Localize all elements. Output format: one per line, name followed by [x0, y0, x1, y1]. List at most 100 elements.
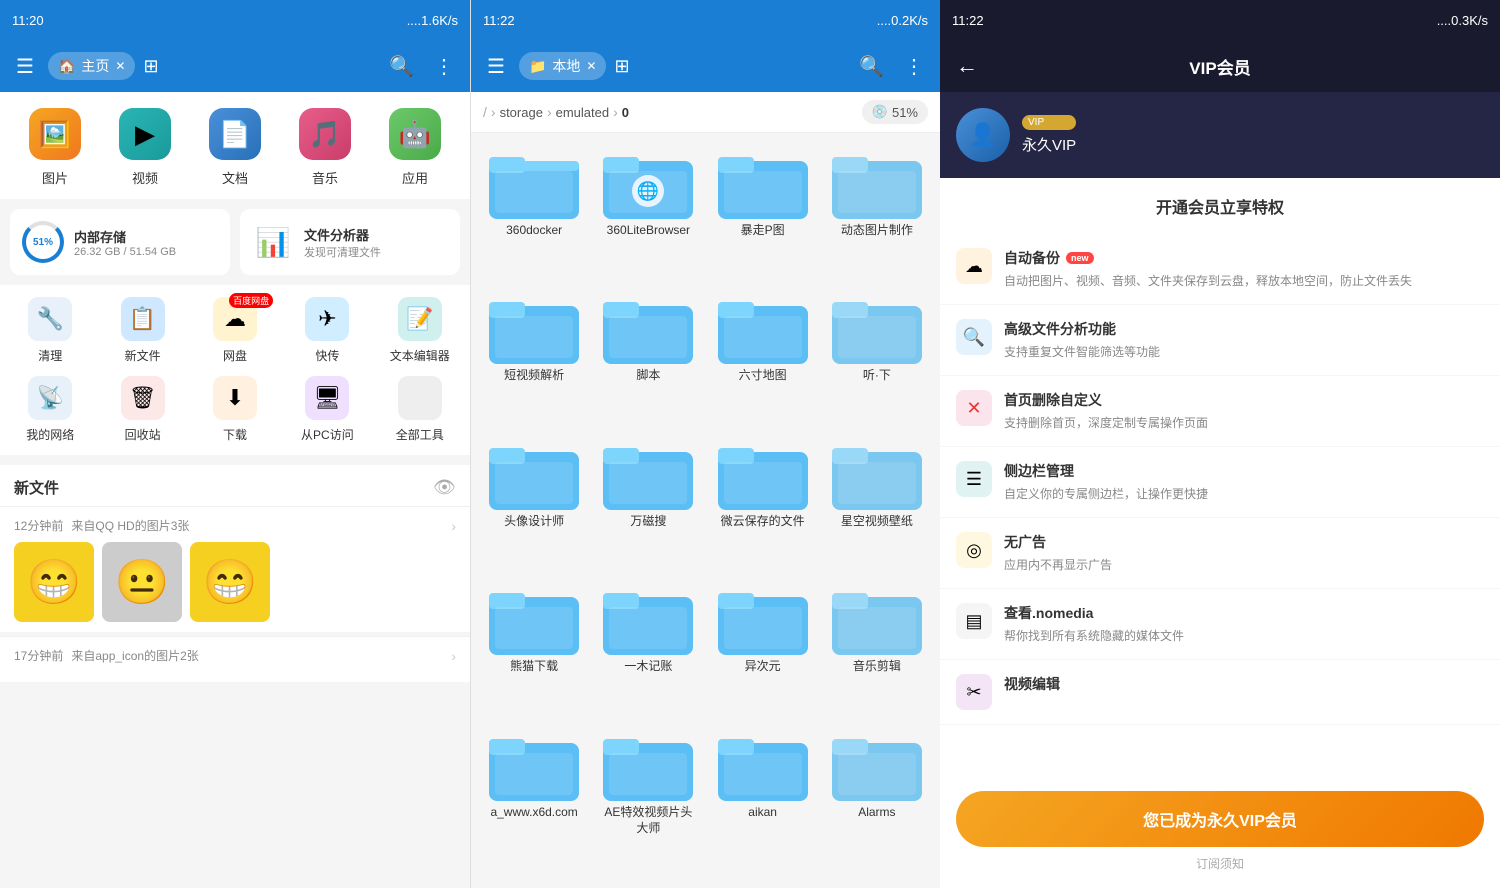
tool-download[interactable]: ⬇ 下载: [195, 376, 275, 443]
folder-name-360docker: 360docker: [506, 223, 562, 239]
download-icon: ⬇: [213, 376, 257, 420]
cat-music[interactable]: 🎵 音乐: [299, 108, 351, 187]
arrow-icon-2: ›: [451, 648, 456, 664]
folder-yiciyuan[interactable]: 异次元: [710, 579, 816, 716]
clean-label: 清理: [38, 347, 62, 364]
thumb-2[interactable]: 😐: [102, 542, 182, 622]
cat-apps[interactable]: 🤖 应用: [389, 108, 441, 187]
folder-avatar[interactable]: 头像设计师: [481, 434, 587, 571]
disk-icon: 💿: [872, 104, 888, 120]
tool-cloud[interactable]: ☁ 百度网盘 网盘: [195, 297, 275, 364]
homepage-feat-desc: 支持删除首页，深度定制专属操作页面: [1004, 414, 1484, 432]
folder-baozouP[interactable]: 暴走P图: [710, 143, 816, 280]
breadcrumb-emulated[interactable]: emulated: [556, 105, 609, 120]
folder-aikan[interactable]: aikan: [710, 725, 816, 878]
close-tab-1[interactable]: ✕: [115, 59, 125, 73]
menu-icon-2[interactable]: ☰: [481, 48, 511, 85]
homepage-feat-icon: ✕: [956, 390, 992, 426]
all-tools-label: 全部工具: [396, 426, 444, 443]
tool-pc[interactable]: 🖥 从PC访问: [287, 376, 367, 443]
folder-map[interactable]: 六寸地图: [710, 288, 816, 425]
trash-icon: 🗑: [121, 376, 165, 420]
sep-2: ›: [613, 104, 618, 120]
panel-home: 11:20 ....1.6K/s ☰ 🏠 主页 ✕ ⊞ 🔍 ⋮ 🖼️ 图片 ▶ …: [0, 0, 470, 888]
folder-name-tingxia: 听·下: [863, 368, 891, 384]
back-button[interactable]: ←: [956, 53, 978, 79]
folder-alarms[interactable]: Alarms: [824, 725, 930, 878]
thumb-1[interactable]: 😁: [14, 542, 94, 622]
vip-signal: ....0.3K/s: [1437, 13, 1488, 28]
transfer-icon: ✈: [305, 297, 349, 341]
noad-feat-icon: ◎: [956, 532, 992, 568]
backup-text: 自动备份 new 自动把图片、视频、音频、文件夹保存到云盘，释放本地空间，防止文…: [1004, 248, 1484, 290]
menu-icon-1[interactable]: ☰: [10, 48, 40, 85]
folder-tingxia[interactable]: 听·下: [824, 288, 930, 425]
new-files-header: 新文件 👁: [0, 465, 470, 506]
videoeditor-feat-name: 视频编辑: [1004, 674, 1484, 694]
cat-apps-label: 应用: [402, 168, 428, 187]
file-source-1: 来自QQ HD的图片3张: [71, 517, 443, 534]
vip-action-button[interactable]: 您已成为永久VIP会员: [956, 791, 1484, 847]
folder-360browser[interactable]: 🌐 360LiteBrowser: [595, 143, 701, 280]
noad-feat-name: 无广告: [1004, 532, 1484, 552]
close-tab-2[interactable]: ✕: [586, 59, 596, 73]
disk-badge: 💿 51%: [862, 100, 928, 124]
vip-feature-backup: ☁ 自动备份 new 自动把图片、视频、音频、文件夹保存到云盘，释放本地空间，防…: [940, 234, 1500, 305]
analyzer-feat-icon: 🔍: [956, 319, 992, 355]
cat-docs-icon: 📄: [209, 108, 261, 160]
transfer-label: 快传: [315, 347, 339, 364]
more-icon-2[interactable]: ⋮: [898, 48, 930, 85]
cat-video[interactable]: ▶ 视频: [119, 108, 171, 187]
folder-weiyun[interactable]: 微云保存的文件: [710, 434, 816, 571]
cat-images-icon: 🖼️: [29, 108, 81, 160]
folder-icon-script: [603, 294, 693, 364]
tool-trash[interactable]: 🗑 回收站: [102, 376, 182, 443]
folder-360docker[interactable]: 360docker: [481, 143, 587, 280]
analyzer-name: 文件分析器: [304, 225, 381, 244]
file-group-2-meta: 17分钟前 来自app_icon的图片2张 ›: [14, 647, 456, 664]
folder-wanci[interactable]: 万磁搜: [595, 434, 701, 571]
time-1: 11:20: [12, 13, 44, 28]
subscription-link[interactable]: 订阅须知: [956, 855, 1484, 872]
breadcrumb-storage[interactable]: storage: [500, 105, 543, 120]
folder-name-wallpaper: 星空视频壁纸: [841, 514, 913, 530]
add-tab-icon-2[interactable]: ⊞: [614, 56, 629, 77]
cat-docs[interactable]: 📄 文档: [209, 108, 261, 187]
more-icon-1[interactable]: ⋮: [428, 48, 460, 85]
home-tab[interactable]: 🏠 主页 ✕: [48, 52, 136, 80]
root-sep[interactable]: /: [483, 104, 487, 120]
tool-editor[interactable]: 📝 文本编辑器: [380, 297, 460, 364]
vip-badge: VIP: [1022, 115, 1076, 130]
add-tab-icon[interactable]: ⊞: [143, 56, 158, 77]
vip-feature-noad: ◎ 无广告 应用内不再显示广告: [940, 518, 1500, 589]
folder-panda[interactable]: 熊猫下载: [481, 579, 587, 716]
local-tab[interactable]: 📁 本地 ✕: [519, 52, 607, 80]
tool-all[interactable]: 全部工具: [380, 376, 460, 443]
folder-name-yiciyuan: 异次元: [745, 659, 781, 675]
folder-ae[interactable]: AE特效视频片头大师: [595, 725, 701, 878]
tool-clean[interactable]: 🔧 清理: [10, 297, 90, 364]
breadcrumb: / › storage › emulated › 0 💿 51%: [471, 92, 940, 133]
search-icon-1[interactable]: 🔍: [383, 48, 420, 85]
folder-awww[interactable]: a_www.x6d.com: [481, 725, 587, 878]
cat-images[interactable]: 🖼️ 图片: [29, 108, 81, 187]
folder-yimu[interactable]: 一木记账: [595, 579, 701, 716]
folder-musiccut[interactable]: 音乐剪辑: [824, 579, 930, 716]
tool-newfile[interactable]: 📋 新文件: [102, 297, 182, 364]
folder-icon-yimu: [603, 585, 693, 655]
search-icon-2[interactable]: 🔍: [853, 48, 890, 85]
internal-storage-card[interactable]: 51% 内部存储 26.32 GB / 51.54 GB: [10, 209, 230, 275]
tool-transfer[interactable]: ✈ 快传: [287, 297, 367, 364]
arrow-icon-1: ›: [451, 518, 456, 534]
folder-wallpaper[interactable]: 星空视频壁纸: [824, 434, 930, 571]
thumb-3[interactable]: 😁: [190, 542, 270, 622]
folder-shortvideo[interactable]: 短视频解析: [481, 288, 587, 425]
vip-avatar: 👤: [956, 108, 1010, 162]
breadcrumb-0[interactable]: 0: [622, 105, 629, 120]
folder-script[interactable]: 脚本: [595, 288, 701, 425]
status-bar-1: 11:20 ....1.6K/s: [0, 0, 470, 40]
tool-network[interactable]: 📡 我的网络: [10, 376, 90, 443]
analyzer-card[interactable]: 📊 文件分析器 发现可清理文件: [240, 209, 460, 275]
folder-gif[interactable]: 动态图片制作: [824, 143, 930, 280]
eye-icon[interactable]: 👁: [433, 477, 456, 498]
